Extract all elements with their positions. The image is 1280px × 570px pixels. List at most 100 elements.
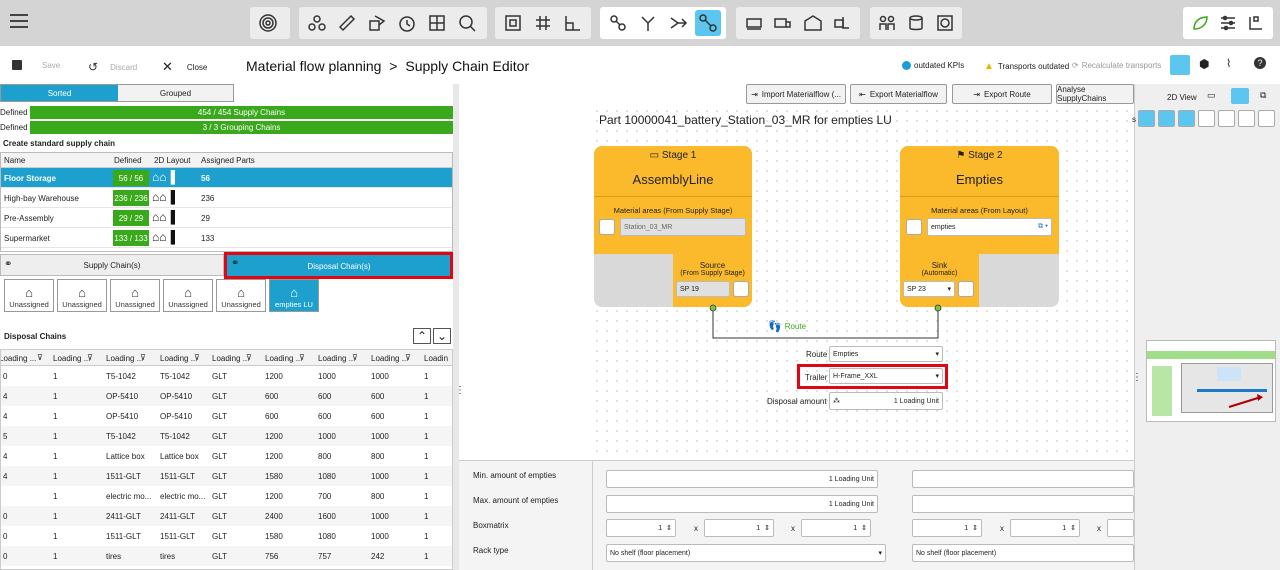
- shelf-icon[interactable]: [424, 10, 450, 36]
- std-chain-row[interactable]: Floor Storage 56 / 56 ⌂⌂▐ 56: [1, 168, 452, 188]
- chain-slot[interactable]: ⌂ Unassigned: [163, 279, 213, 312]
- column-header[interactable]: Loading ...: [318, 354, 355, 363]
- filter-icon[interactable]: ⊽: [87, 353, 93, 362]
- std-chain-row[interactable]: Supermarket 133 / 133 ⌂⌂▐ 133: [1, 228, 452, 248]
- column-header[interactable]: Loading ...: [160, 354, 197, 363]
- supply-chains-tab[interactable]: ⚭ Supply Chain(s): [0, 254, 224, 276]
- column-header[interactable]: Loading ...: [106, 354, 143, 363]
- min-empties-input-2[interactable]: [912, 470, 1134, 488]
- radar-icon[interactable]: [255, 10, 281, 36]
- column-header[interactable]: Loading ...: [1, 354, 36, 363]
- boxes-icon[interactable]: [364, 10, 390, 36]
- search-chart-icon[interactable]: [454, 10, 480, 36]
- filter-icon[interactable]: ⊽: [246, 353, 252, 362]
- sorted-tab[interactable]: Sorted: [1, 85, 118, 101]
- boxmatrix-x-2[interactable]: 1 ⇕: [912, 519, 982, 537]
- chain-slot[interactable]: ⌂ Unassigned: [57, 279, 107, 312]
- source-settings-icon[interactable]: [733, 281, 749, 297]
- tree-icon[interactable]: [1238, 110, 1255, 127]
- std-chain-row[interactable]: High-bay Warehouse 236 / 236 ⌂⌂▐ 236: [1, 188, 452, 208]
- rack-type-select[interactable]: No shelf (floor placement) ▾: [606, 544, 886, 562]
- kpi-status[interactable]: outdated KPIs: [902, 61, 964, 70]
- table-row[interactable]: 4 1 Lattice box Lattice box GLT 1200 800 800 1: [1, 446, 452, 466]
- warehouse-icon[interactable]: [800, 10, 826, 36]
- table-row[interactable]: 0 1 T5-1042 T5-1042 GLT 1200 1000 1000 1: [1, 366, 452, 386]
- grid-icon[interactable]: [530, 10, 556, 36]
- stage1-area-select[interactable]: Station_03_MR: [620, 218, 746, 236]
- layout-thumbnail-icon[interactable]: ⌂⌂▐: [152, 210, 175, 224]
- max-empties-input[interactable]: 1 Loading Unit: [606, 495, 878, 513]
- wall-icon[interactable]: [1218, 110, 1235, 127]
- boxmatrix-y-2[interactable]: 1 ⇕: [1010, 519, 1080, 537]
- cube-icon[interactable]: ⬢: [1199, 57, 1209, 71]
- analyse-button[interactable]: Analyse SupplyChains: [1056, 84, 1134, 104]
- table-row[interactable]: 4 1 OP-5410 OP-5410 GLT 600 600 600 1: [1, 406, 452, 426]
- filter-icon[interactable]: ⊽: [194, 353, 200, 362]
- target-icon[interactable]: [932, 10, 957, 36]
- min-empties-input[interactable]: 1 Loading Unit: [606, 470, 878, 488]
- popout-icon[interactable]: ⧉: [1260, 90, 1266, 101]
- grid-icon[interactable]: [1178, 110, 1195, 127]
- people-icon[interactable]: [875, 10, 900, 36]
- fork-icon[interactable]: [635, 10, 661, 36]
- filter-icon[interactable]: ⊽: [405, 353, 411, 362]
- boxmatrix-z-2[interactable]: [1107, 519, 1134, 537]
- sink-settings-icon[interactable]: [958, 281, 974, 297]
- table-row[interactable]: 0 1 1511-GLT 1511-GLT GLT 1580 1080 1000 1: [1, 526, 452, 546]
- view-2d-toggle[interactable]: [1170, 55, 1190, 75]
- right-splitter-icon[interactable]: ⋮: [1132, 372, 1142, 383]
- area-settings-icon[interactable]: [599, 219, 615, 235]
- table-row[interactable]: 0 1 tires tires GLT 756 757 242 1: [1, 546, 452, 566]
- import-materialflow-button[interactable]: ⇥ Import Materialflow (...: [746, 84, 846, 104]
- minimap[interactable]: [1146, 340, 1276, 422]
- floor-icon[interactable]: ▭: [1207, 90, 1216, 101]
- route-select[interactable]: Empties ▾: [829, 346, 943, 362]
- route-link[interactable]: 👣 Route: [768, 320, 806, 333]
- panel-toggle[interactable]: [1231, 88, 1249, 104]
- sliders-icon[interactable]: [1216, 10, 1240, 36]
- discard-button[interactable]: ↺ Discard: [88, 60, 137, 74]
- chain-slot[interactable]: ⌂ empties LU: [269, 279, 319, 312]
- sink-select[interactable]: SP 23 ▾: [903, 281, 955, 297]
- boxmatrix-y[interactable]: 1 ⇕: [704, 519, 774, 537]
- chain-icon[interactable]: [605, 10, 631, 36]
- menu-icon[interactable]: [10, 14, 28, 32]
- area-settings-icon[interactable]: [906, 219, 922, 235]
- boxmatrix-x[interactable]: 1 ⇕: [606, 519, 676, 537]
- boxmatrix-z[interactable]: 1 ⇕: [801, 519, 871, 537]
- column-header[interactable]: Loading ...: [53, 354, 90, 363]
- forklift-icon[interactable]: [830, 10, 856, 36]
- hf-icon[interactable]: [1244, 10, 1268, 36]
- ruler-icon[interactable]: [334, 10, 360, 36]
- breadcrumb-parent[interactable]: Material flow planning: [246, 58, 381, 74]
- disposal-amount-input[interactable]: ⁂ 1 Loading Unit: [829, 392, 943, 410]
- frame-icon[interactable]: [500, 10, 526, 36]
- grouped-tab[interactable]: Grouped: [118, 85, 233, 101]
- table-row[interactable]: 4 1 OP-5410 OP-5410 GLT 600 600 600 1: [1, 386, 452, 406]
- layout-thumbnail-icon[interactable]: ⌂⌂▐: [152, 170, 175, 184]
- merge-icon[interactable]: [665, 10, 691, 36]
- leaf-icon[interactable]: [1188, 10, 1212, 36]
- chain-slot[interactable]: ⌂ Unassigned: [4, 279, 54, 312]
- column-header[interactable]: Loading ...: [212, 354, 249, 363]
- column-header[interactable]: Loadin: [424, 354, 448, 363]
- flow-icon[interactable]: [304, 10, 330, 36]
- chain-slot[interactable]: ⌂ Unassigned: [110, 279, 160, 312]
- layers-icon[interactable]: [1258, 110, 1275, 127]
- layer-icon[interactable]: [1198, 110, 1215, 127]
- grid-snap-icon[interactable]: [1138, 110, 1155, 127]
- export-materialflow-button[interactable]: ⇤ Export Materialflow: [850, 84, 947, 104]
- layout-thumbnail-icon[interactable]: ⌂⌂▐: [152, 190, 175, 204]
- filter-icon[interactable]: ⊽: [37, 353, 43, 362]
- move-up-button[interactable]: ⌃: [413, 328, 431, 344]
- std-chain-row[interactable]: Pre-Assembly 29 / 29 ⌂⌂▐ 29: [1, 208, 452, 228]
- rack-type-select-2[interactable]: No shelf (floor placement): [912, 544, 1134, 562]
- layout-icon[interactable]: [560, 10, 586, 36]
- pallet-icon[interactable]: [741, 10, 767, 36]
- close-button[interactable]: ✕ Close: [162, 59, 207, 75]
- move-down-button[interactable]: ⌄: [433, 328, 451, 344]
- stage2-area-select[interactable]: empties ⧉ ▾: [927, 218, 1052, 236]
- max-empties-input-2[interactable]: [912, 495, 1134, 513]
- layout-thumbnail-icon[interactable]: ⌂⌂▐: [152, 230, 175, 244]
- route-icon[interactable]: [695, 10, 721, 36]
